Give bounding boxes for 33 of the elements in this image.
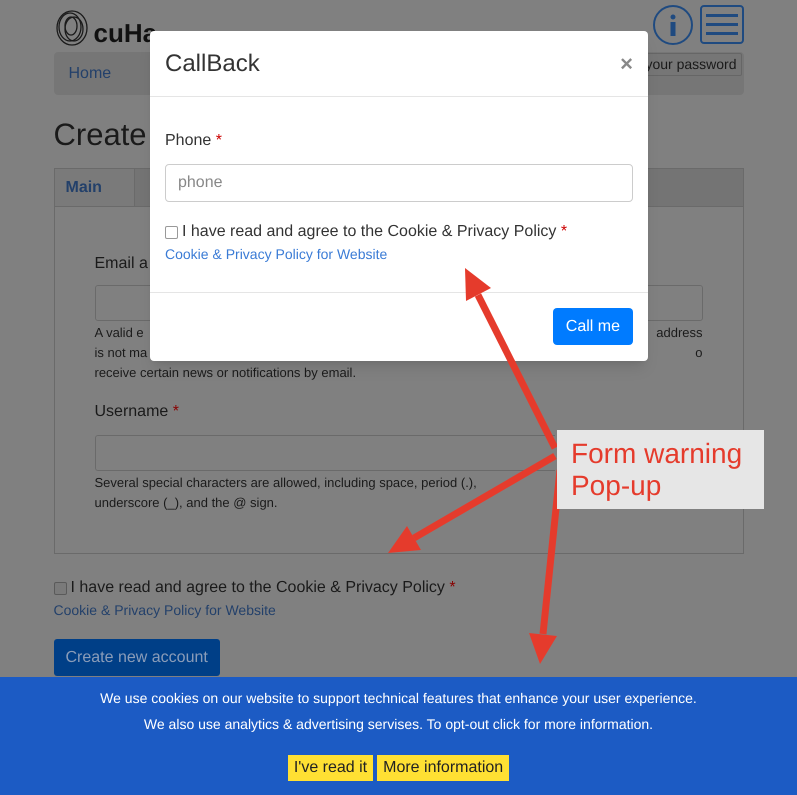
username-field[interactable] xyxy=(94,435,554,471)
checkbox[interactable] xyxy=(165,226,178,238)
consent-label: I have read and agree to the Cookie & Privacy Policy * xyxy=(182,222,568,242)
annotation-label: Form warning Pop-up xyxy=(557,430,764,509)
policy-link[interactable]: Cookie & Privacy Policy for Website xyxy=(54,600,744,621)
create-account-button[interactable]: Create new account xyxy=(54,639,220,676)
help-text: Several special characters are allowed, including space, period (.), xyxy=(94,474,477,492)
cookie-notice-text: We also use analytics & advertising servises. To opt-out click for more information. xyxy=(144,715,654,733)
cookie-button[interactable]: More information xyxy=(377,755,510,781)
page-title: Create xyxy=(54,116,147,154)
field-label: Email a xyxy=(94,254,148,274)
field-label: Phone * xyxy=(165,131,223,151)
tab[interactable]: Main xyxy=(54,169,134,206)
call-me-button[interactable]: Call me xyxy=(552,308,633,345)
field-label: Username * xyxy=(94,402,179,422)
info-icon[interactable] xyxy=(652,5,692,45)
policy-link[interactable]: Cookie & Privacy Policy for Website xyxy=(165,244,633,265)
consent-label: I have read and agree to the Cookie & Privacy Policy * xyxy=(70,578,456,598)
help-text: A valid e xyxy=(94,324,144,342)
menu-icon[interactable] xyxy=(700,5,744,44)
close-button[interactable]: × xyxy=(620,52,633,74)
checkbox[interactable] xyxy=(54,582,66,594)
help-text: is not ma xyxy=(94,344,148,362)
help-text: o xyxy=(695,344,702,362)
help-text: address xyxy=(656,324,702,342)
cookie-button[interactable]: I've read it xyxy=(288,755,374,781)
phone-field[interactable]: phone xyxy=(165,164,633,202)
help-text: underscore (_), and the @ sign. xyxy=(94,494,278,512)
nav-link[interactable]: Home xyxy=(68,62,112,86)
cookie-notice-text: We use cookies on our website to support technical features that enhance your user experience. xyxy=(100,689,697,707)
logo-icon xyxy=(54,8,90,48)
help-text: receive certain news or notifications by email. xyxy=(94,364,356,382)
dialog-title: CallBack xyxy=(165,48,260,78)
